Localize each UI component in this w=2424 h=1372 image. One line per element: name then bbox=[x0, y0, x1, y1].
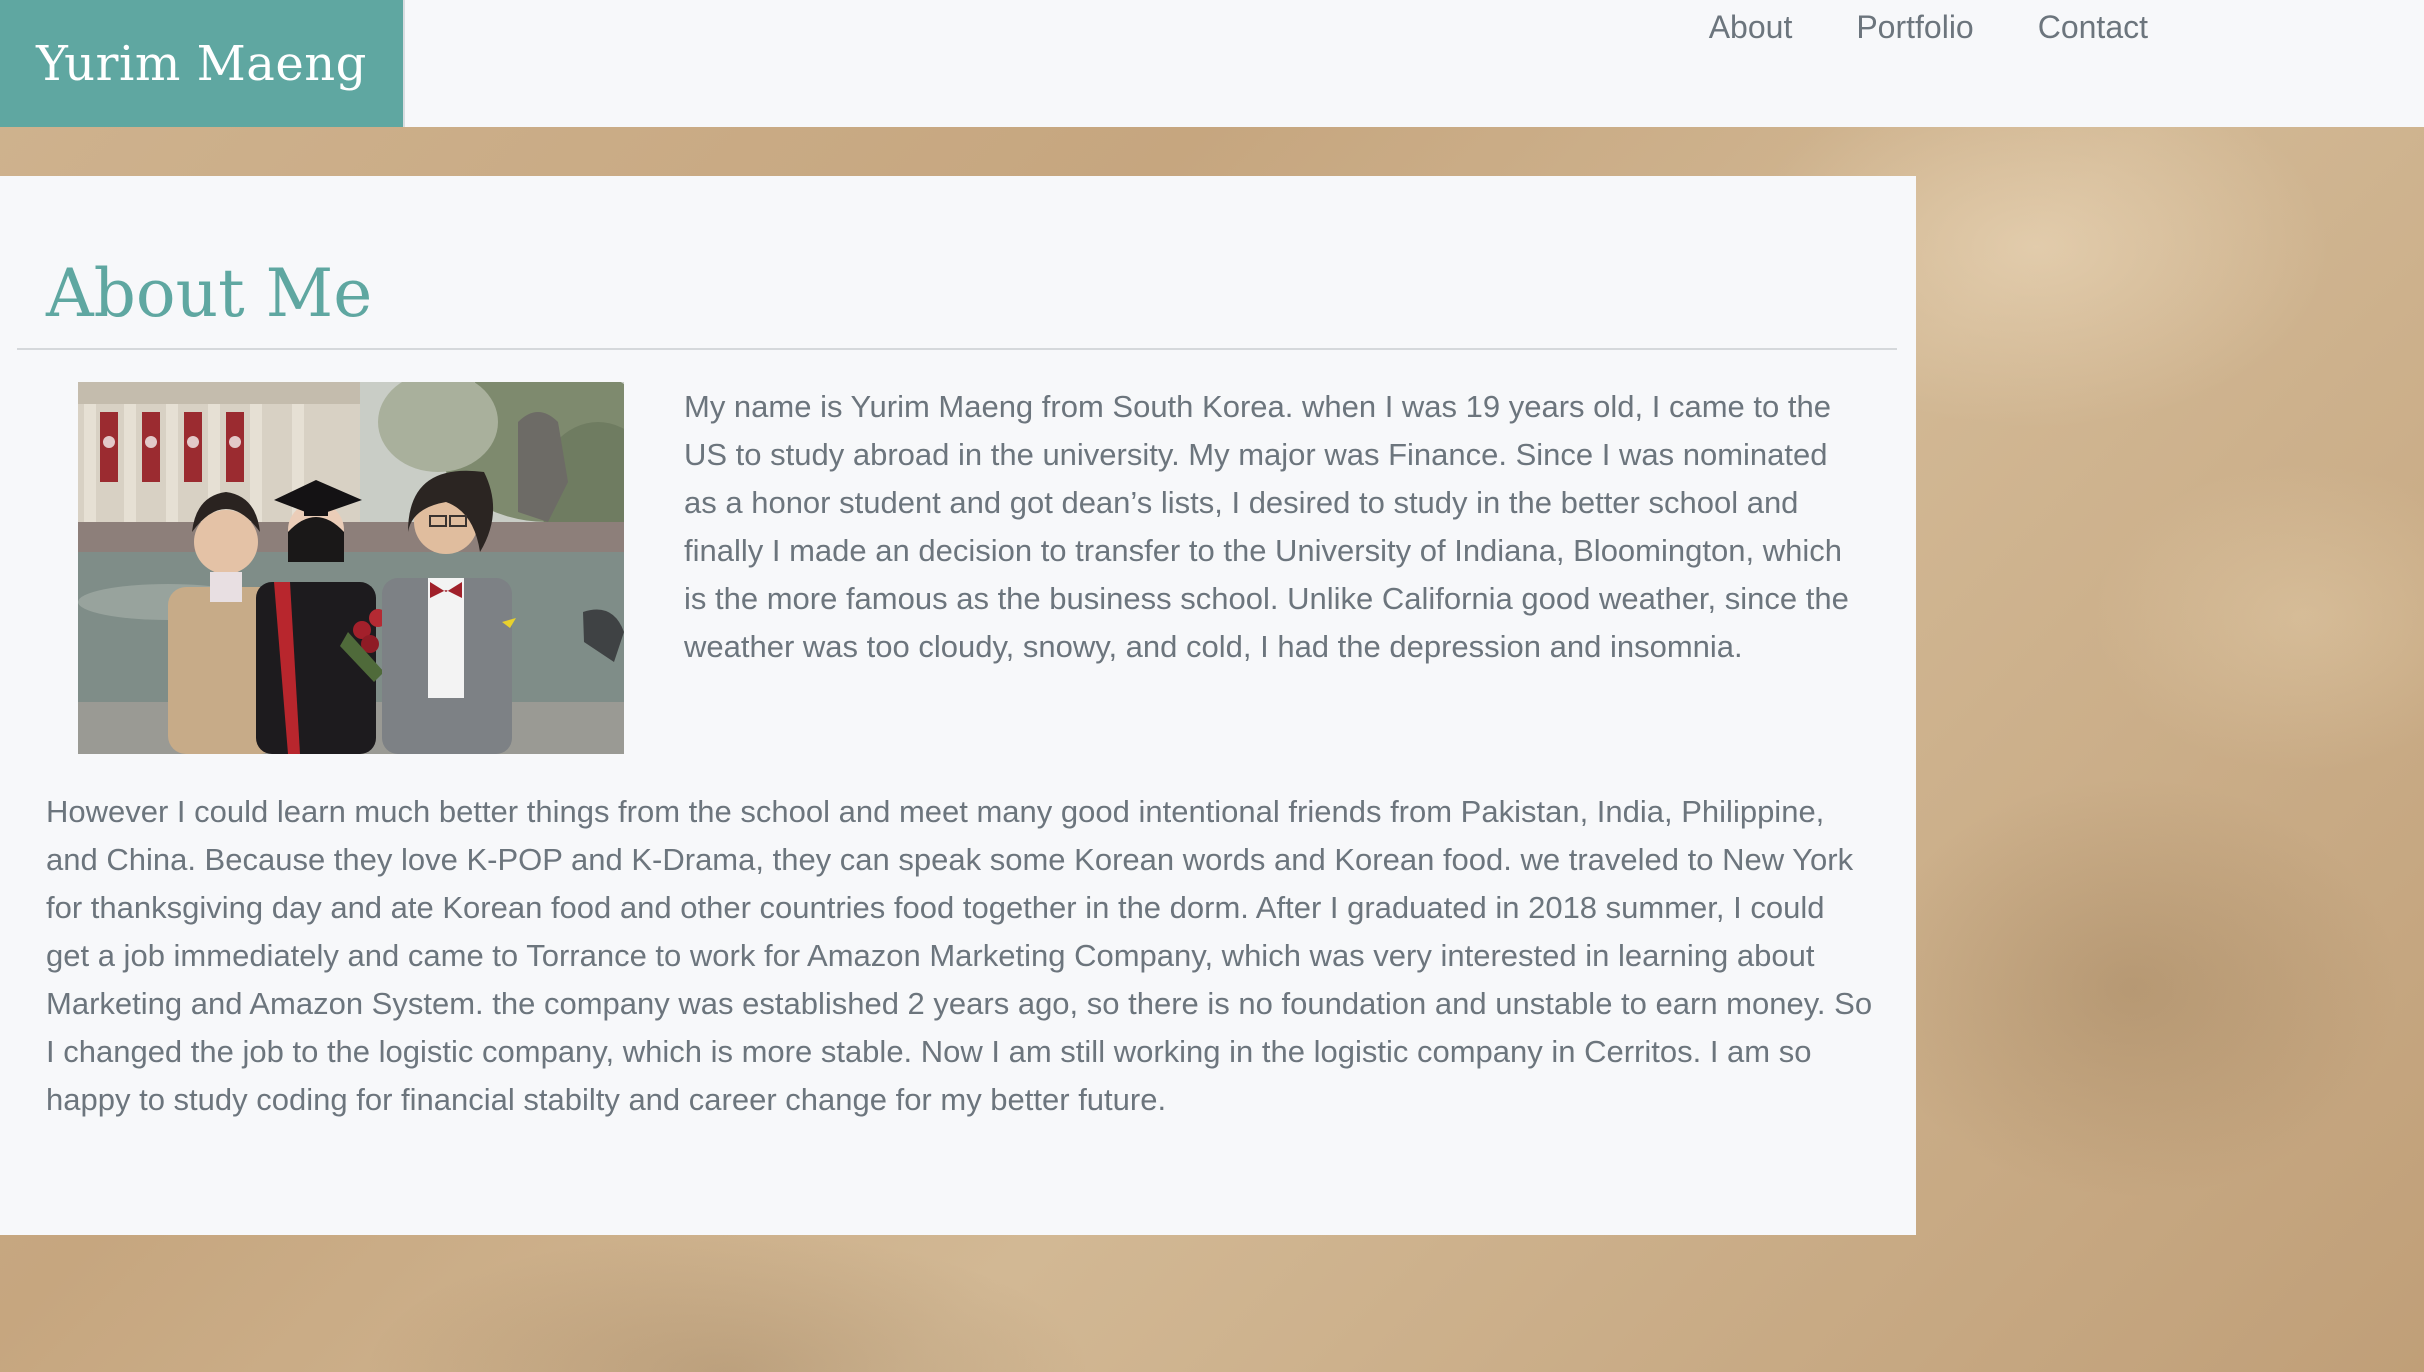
about-paragraph-2: However I could learn much better things… bbox=[46, 794, 1873, 1117]
brand-logo[interactable]: Yurim Maeng bbox=[0, 0, 405, 127]
graduation-photo bbox=[78, 382, 624, 754]
about-card: About Me My name is Yurim Maeng from Sou… bbox=[0, 176, 1916, 1235]
main-nav: About Portfolio Contact bbox=[1677, 6, 2180, 48]
title-divider bbox=[17, 348, 1897, 350]
brand-name[interactable]: Yurim Maeng bbox=[36, 36, 367, 92]
about-paragraph-1: My name is Yurim Maeng from South Korea.… bbox=[684, 389, 1849, 664]
nav-link-portfolio[interactable]: Portfolio bbox=[1824, 6, 2005, 48]
nav-link-contact[interactable]: Contact bbox=[2006, 6, 2180, 48]
nav-link-about[interactable]: About bbox=[1677, 6, 1825, 48]
page-title: About Me bbox=[46, 255, 373, 332]
site-header: Yurim Maeng About Portfolio Contact bbox=[0, 0, 2424, 127]
